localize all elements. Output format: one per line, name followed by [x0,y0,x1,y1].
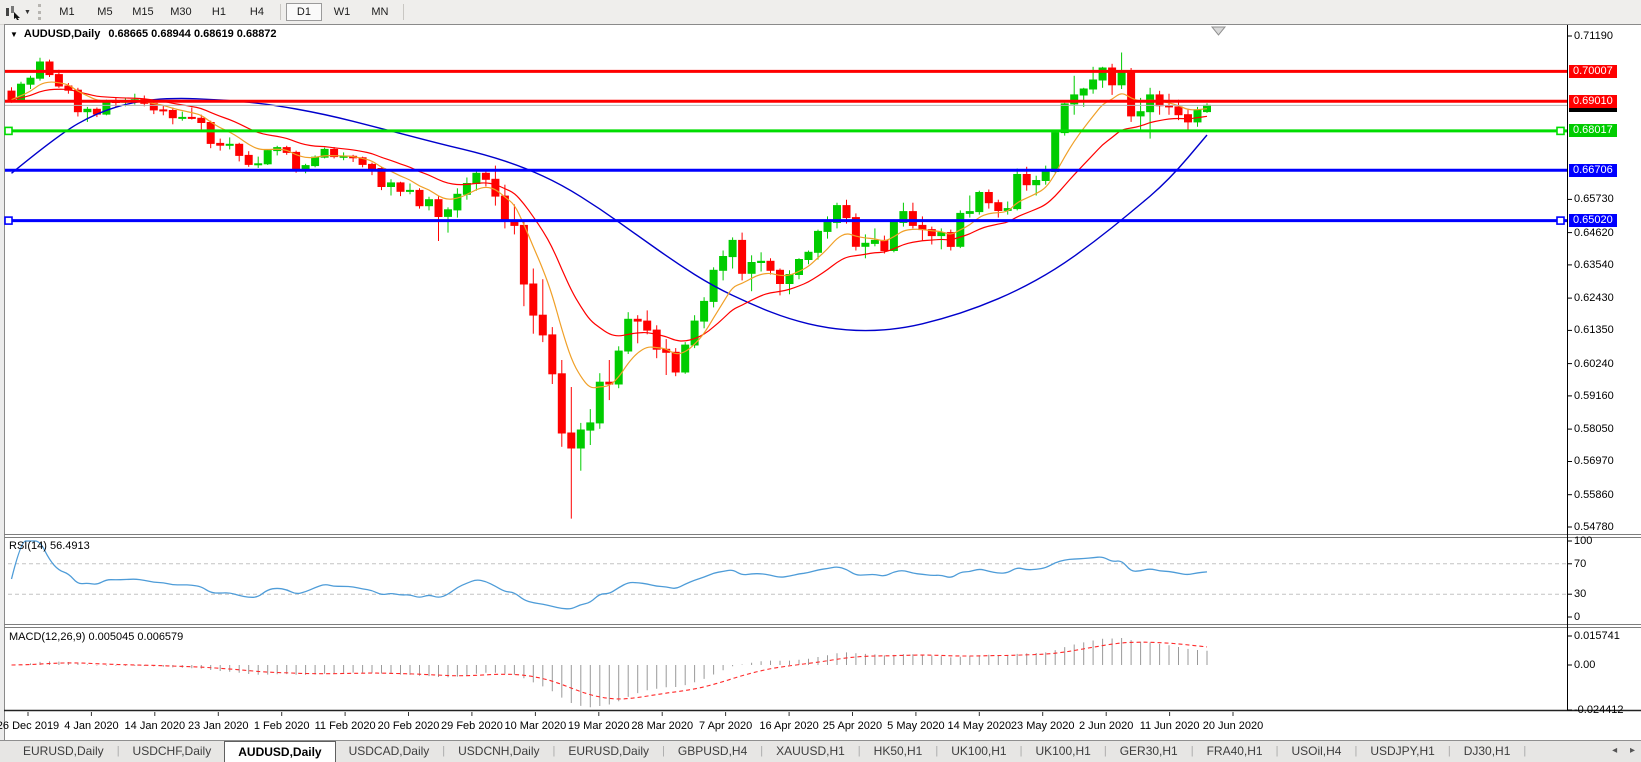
chevron-down-icon[interactable]: ▼ [24,9,31,16]
timeframe-button-W1[interactable]: W1 [324,3,360,21]
chart-tab-uk100-h1[interactable]: UK100,H1 [938,741,1019,762]
tabs-scroll-right-icon[interactable]: ▸ [1630,745,1635,756]
mt4-terminal: ▼ M1 M5 M15 M30 H1 H4 D1 W1 MN 0.71190 0.65730 0.6… [0,0,1641,762]
chart-title-ohlc: 0.68665 0.68944 0.68619 0.68872 [108,28,277,40]
timeframe-toolbar: M1 M5 M15 M30 H1 H4 D1 W1 MN [48,0,408,24]
chart-tab-audusd-daily[interactable]: AUDUSD,Daily [224,741,336,762]
chart-tab-dj30-h1[interactable]: DJ30,H1 [1451,741,1524,762]
rsi-indicator-label: RSI(14) 56.4913 [9,540,90,552]
chart-tab-uk100-h1[interactable]: UK100,H1 [1022,741,1103,762]
chart-window[interactable] [4,24,1641,741]
timeframe-button-M15[interactable]: M15 [125,3,161,21]
timeframe-button-H1[interactable]: H1 [201,3,237,21]
chart-title: ▼ AUDUSD,Daily 0.68665 0.68944 0.68619 0.6… [10,28,277,40]
chart-title-symbol: AUDUSD,Daily [23,28,101,40]
toolbar-separator [402,4,404,20]
chart-tab-bar: EURUSD,Daily | USDCHF,Daily AUDUSD,Daily USD… [0,740,1641,762]
toolbar-grip-handle[interactable] [37,4,41,20]
tab-separator: | [1523,745,1527,757]
chart-tab-eurusd-daily[interactable]: EURUSD,Daily [10,741,117,762]
chart-tab-fra40-h1[interactable]: FRA40,H1 [1194,741,1276,762]
top-toolbar: ▼ M1 M5 M15 M30 H1 H4 D1 W1 MN [0,0,1641,25]
chart-tab-usdchf-daily[interactable]: USDCHF,Daily [120,741,225,762]
timeframe-button-H4[interactable]: H4 [239,3,275,21]
chart-tab-eurusd-daily[interactable]: EURUSD,Daily [555,741,662,762]
chart-tab-usdcad-daily[interactable]: USDCAD,Daily [336,741,443,762]
toolbar-separator [279,4,281,20]
chart-tab-usoil-h4[interactable]: USOil,H4 [1278,741,1354,762]
macd-indicator-label: MACD(12,26,9) 0.005045 0.006579 [9,631,184,643]
chart-cursor-tool-icon[interactable] [3,3,23,21]
tab-scroll-arrows: ◂ ▸ [1602,745,1635,756]
collapse-arrow-icon[interactable]: ▼ [10,30,18,39]
tabs-scroll-left-icon[interactable]: ◂ [1612,745,1617,756]
chart-tab-gbpusd-h4[interactable]: GBPUSD,H4 [665,741,760,762]
timeframe-button-M30[interactable]: M30 [163,3,199,21]
timeframe-button-M1[interactable]: M1 [49,3,85,21]
chart-tab-usdjpy-h1[interactable]: USDJPY,H1 [1357,741,1447,762]
chart-tab-ger30-h1[interactable]: GER30,H1 [1107,741,1191,762]
timeframe-button-M5[interactable]: M5 [87,3,123,21]
timeframe-button-D1[interactable]: D1 [285,3,322,21]
chart-tab-hk50-h1[interactable]: HK50,H1 [861,741,936,762]
chart-tab-xauusd-h1[interactable]: XAUUSD,H1 [763,741,858,762]
chart-tab-usdcnh-daily[interactable]: USDCNH,Daily [445,741,552,762]
timeframe-button-MN[interactable]: MN [362,3,398,21]
